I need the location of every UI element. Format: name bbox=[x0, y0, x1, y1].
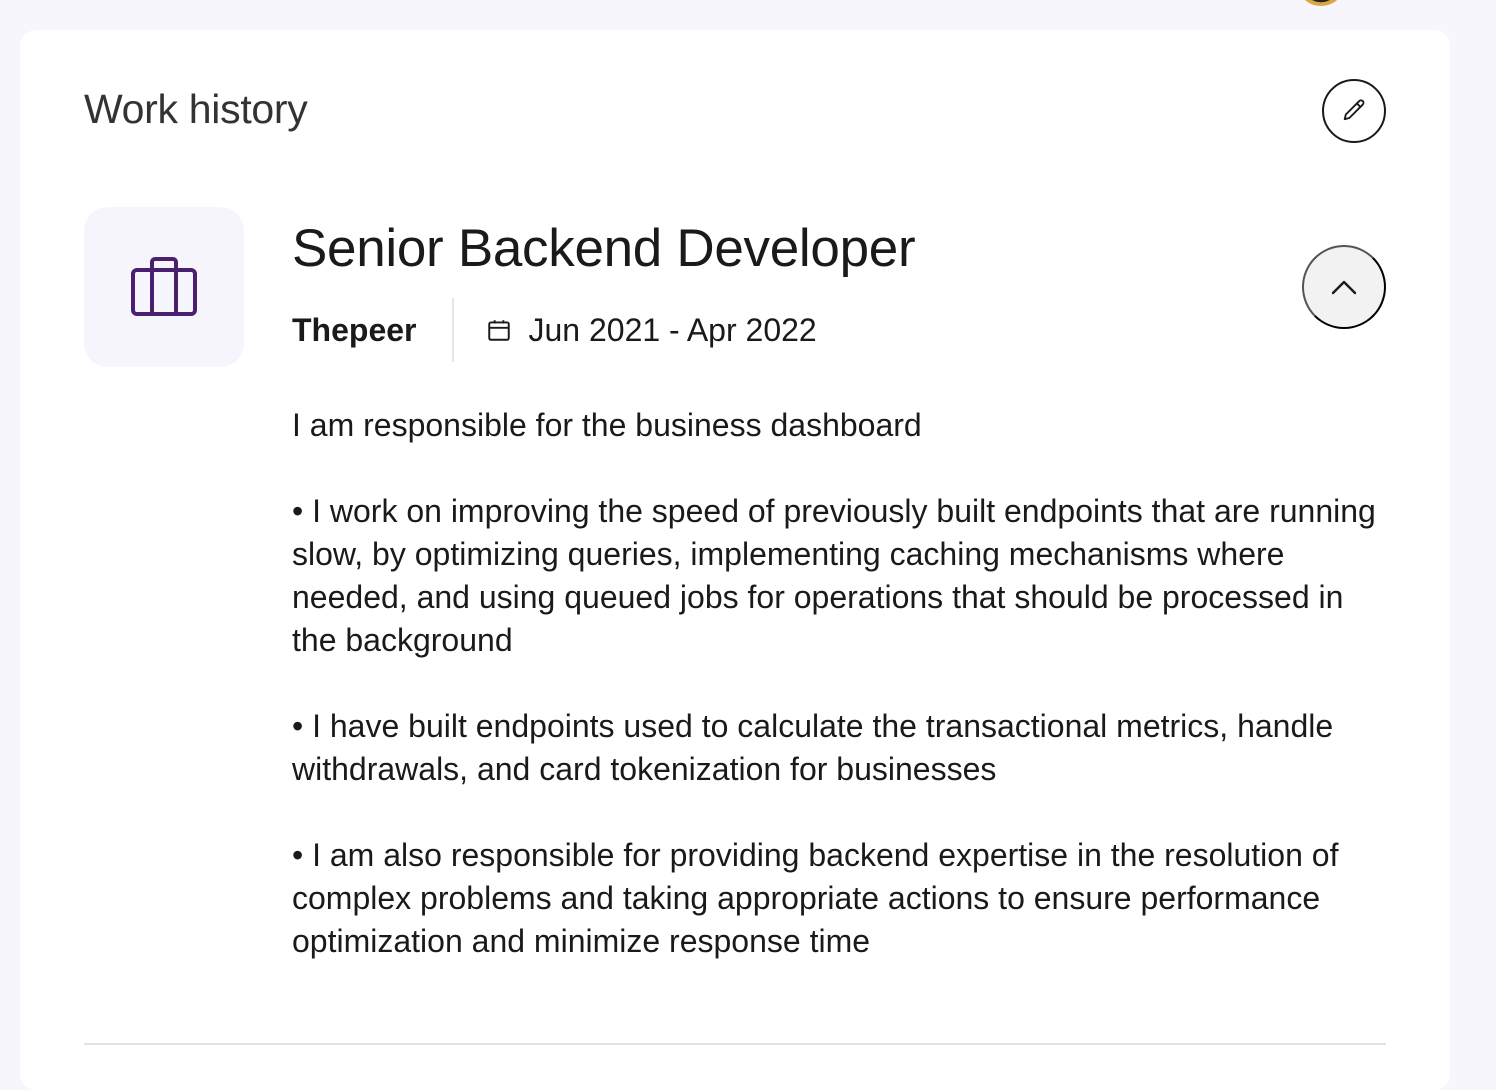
pencil-icon bbox=[1340, 97, 1368, 125]
collapse-job-button[interactable] bbox=[1302, 245, 1386, 329]
job-icon-tile bbox=[84, 207, 244, 367]
company-name: Thepeer bbox=[292, 311, 417, 348]
calendar-icon bbox=[486, 317, 512, 343]
employment-dates: Jun 2021 - Apr 2022 bbox=[454, 311, 817, 349]
user-avatar[interactable] bbox=[1296, 0, 1346, 6]
section-title: Work history bbox=[84, 86, 308, 132]
briefcase-icon bbox=[130, 256, 198, 318]
section-divider bbox=[84, 1043, 1386, 1045]
work-history-card: Work history Senior Backend Developer Th… bbox=[20, 30, 1450, 1090]
job-title: Senior Backend Developer bbox=[292, 219, 916, 278]
job-meta: Thepeer Jun 2021 - Apr 2022 bbox=[292, 298, 817, 362]
job-description: I am responsible for the business dashbo… bbox=[292, 407, 1376, 959]
dates-text: Jun 2021 - Apr 2022 bbox=[528, 311, 817, 348]
chevron-up-icon bbox=[1331, 279, 1357, 295]
edit-work-history-button[interactable] bbox=[1322, 79, 1386, 143]
